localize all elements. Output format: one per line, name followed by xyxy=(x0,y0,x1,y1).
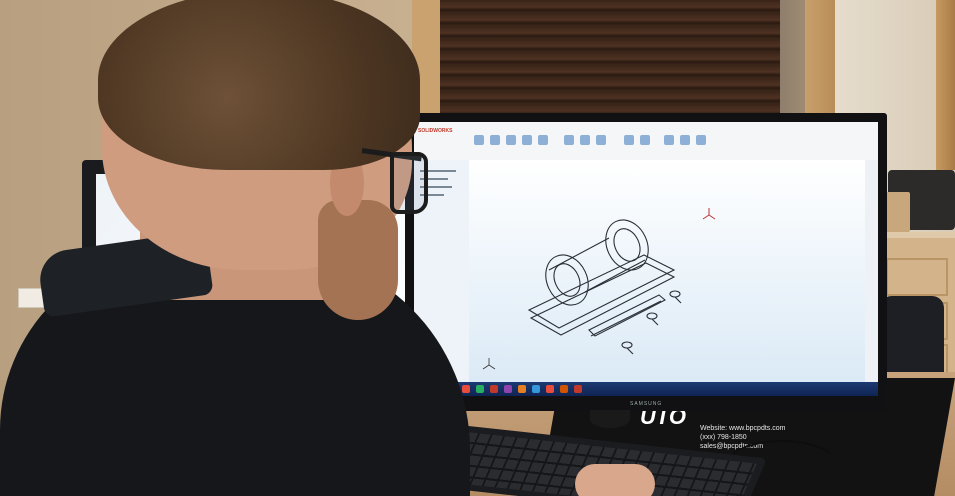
box-on-shelf xyxy=(886,192,910,232)
scope-ring-front-inner xyxy=(613,228,641,262)
ribbon-tool-icon[interactable] xyxy=(596,135,606,145)
scope-ring-rear xyxy=(545,254,589,306)
cabinet-drawer xyxy=(886,258,948,296)
axis-triad-icon xyxy=(482,358,496,370)
app-icon[interactable] xyxy=(518,385,526,393)
main-monitor-stand xyxy=(590,410,630,428)
windows-taskbar xyxy=(414,382,878,396)
monitor-brand: SAMSUNG xyxy=(630,401,663,407)
app-icon[interactable] xyxy=(462,385,470,393)
window-blinds xyxy=(440,0,780,128)
person-beard xyxy=(318,200,398,320)
app-icon[interactable] xyxy=(476,385,484,393)
triad-icon xyxy=(702,208,716,220)
cad-viewport[interactable] xyxy=(469,160,865,382)
glasses-lens xyxy=(390,152,428,214)
mat-line: (xxx) 798-1850 xyxy=(700,434,747,441)
ribbon-tool-icon[interactable] xyxy=(564,135,574,145)
ribbon-tool-icon[interactable] xyxy=(538,135,548,145)
scope-ring-front xyxy=(605,219,649,271)
cad-logo: SOLIDWORKS xyxy=(418,128,453,134)
app-icon[interactable] xyxy=(532,385,540,393)
app-icon[interactable] xyxy=(574,385,582,393)
screw-3 xyxy=(621,341,634,355)
scope-mount-drawing xyxy=(482,208,716,370)
screw-1 xyxy=(669,290,682,304)
cad-ribbon: SOLIDWORKS xyxy=(414,122,878,161)
ribbon-tool-icon[interactable] xyxy=(696,135,706,145)
ribbon-tool-icon[interactable] xyxy=(680,135,690,145)
ribbon-tool-icon[interactable] xyxy=(506,135,516,145)
cad-screen: SOLIDWORKS xyxy=(414,122,878,396)
office-chair xyxy=(880,296,944,376)
ribbon-tool-icon[interactable] xyxy=(522,135,532,145)
ribbon-tool-icon[interactable] xyxy=(490,135,500,145)
ring-connectors xyxy=(548,237,646,293)
screw-2 xyxy=(646,312,659,326)
wooden-shelf xyxy=(936,0,955,170)
hand xyxy=(575,464,655,496)
solidworks-icon[interactable] xyxy=(490,385,498,393)
ribbon-tool-icon[interactable] xyxy=(580,135,590,145)
ribbon-tool-icon[interactable] xyxy=(640,135,650,145)
ribbon-tool-icon[interactable] xyxy=(474,135,484,145)
task-pane-tabs[interactable] xyxy=(865,160,878,382)
app-icon[interactable] xyxy=(560,385,568,393)
app-icon[interactable] xyxy=(546,385,554,393)
ribbon-tool-icon[interactable] xyxy=(624,135,634,145)
person-hair xyxy=(98,0,420,170)
mat-line: Website: www.bpcpdts.com xyxy=(700,425,786,432)
ribbon-tool-icon[interactable] xyxy=(664,135,674,145)
app-icon[interactable] xyxy=(504,385,512,393)
photo-scene: UTO Website: www.bpcpdts.com (xxx) 798-1… xyxy=(0,0,955,496)
